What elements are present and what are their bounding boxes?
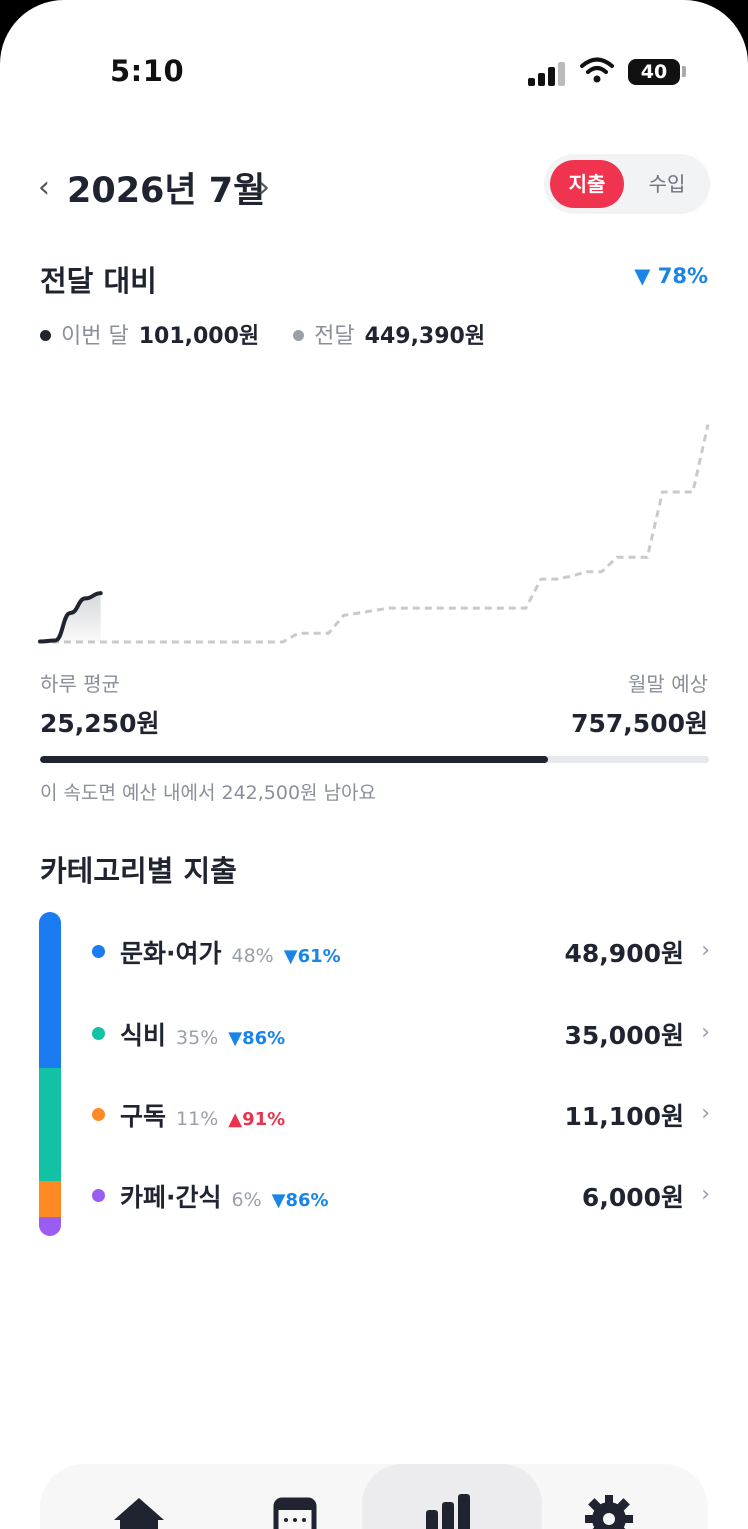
category-name: 구독 [120,1102,167,1131]
tab-calendar[interactable] [220,1464,370,1529]
daily-avg-value: 25,250원 [40,709,160,738]
signal-bar [558,62,565,86]
category-name: 문화·여가 [120,939,222,968]
category-bar-segment [39,1216,61,1236]
category-name-line: 구독 11% ▲91% [120,1097,285,1133]
category-name-line: 식비 35% ▼86% [120,1016,285,1052]
projection-label: 월말 예상 [628,672,708,696]
category-bar-segment [39,1067,61,1181]
toggle-expense[interactable]: 지출 [550,160,624,208]
category-share: 6% [231,1189,262,1211]
last-month-line [40,424,710,644]
category-change: ▼86% [228,1028,286,1049]
category-name: 카페·간식 [120,1183,222,1212]
category-share: 48% [231,945,274,967]
categories-title: 카테고리별 지출 [40,854,237,888]
category-amount: 11,100원 [564,1102,684,1131]
chevron-right-icon: › [701,1101,710,1126]
signal-bar [548,67,555,86]
category-row[interactable]: 구독 11% ▲91% 11,100원 › [92,1091,712,1139]
month-title: 2026년 7월 [67,171,266,211]
comparison-chart [38,424,710,644]
last-month-value: 449,390원 [364,324,486,349]
category-name-line: 카페·간식 6% ▼86% [120,1178,329,1214]
chevron-right-icon: › [701,938,710,963]
tab-home[interactable] [64,1464,214,1529]
category-dot [92,945,105,958]
chevron-right-icon: › [701,1182,710,1207]
battery-nub [682,66,686,77]
category-change: ▼86% [271,1190,329,1211]
status-icons: 40 [528,56,688,86]
tab-bar [40,1464,708,1529]
this-month-label: 이번 달 [61,324,129,349]
category-bar-segment [39,912,61,1068]
comparison-change: ▼ 78% [634,264,708,288]
budget-progress-fill [40,756,549,763]
this-month-dot [40,329,51,341]
signal-icon [528,78,535,86]
category-change: ▲91% [228,1109,286,1130]
category-amount: 48,900원 [564,939,684,968]
last-month-label: 전달 [314,324,355,349]
gear-icon [585,1495,633,1529]
prev-month-button[interactable]: ‹ [38,170,50,205]
tab-stats[interactable] [362,1464,542,1529]
home-icon [114,1498,164,1529]
comparison-title: 전달 대비 [40,264,157,298]
category-row[interactable]: 카페·간식 6% ▼86% 6,000원 › [92,1172,712,1220]
battery-icon: 40 [628,59,680,85]
category-stack-bar [39,912,61,1236]
category-dot [92,1108,105,1121]
app-screen: 5:10 40 ‹ 2026년 7월 › 지출 수입 전달 대비 ▼ 78% 이… [0,0,748,1529]
signal-bar [538,73,545,86]
category-row[interactable]: 문화·여가 48% ▼61% 48,900원 › [92,928,712,976]
category-name: 식비 [120,1021,167,1050]
calendar-icon [273,1497,317,1529]
category-amount: 6,000원 [581,1183,684,1212]
next-month-button[interactable]: › [258,170,270,205]
category-bar-segment [39,1180,61,1217]
toggle-income[interactable]: 수입 [632,160,702,208]
chevron-right-icon: › [701,1020,710,1045]
daily-avg-label: 하루 평균 [40,672,120,696]
tab-settings[interactable] [534,1464,684,1529]
last-month-dot [293,329,305,341]
category-amount: 35,000원 [564,1021,684,1050]
projection-value: 757,500원 [571,709,708,738]
category-row[interactable]: 식비 35% ▼86% 35,000원 › [92,1010,712,1058]
budget-progress-bar [40,756,709,763]
category-dot [92,1189,105,1202]
category-share: 11% [176,1108,219,1130]
category-change: ▼61% [283,946,341,967]
category-name-line: 문화·여가 48% ▼61% [120,934,341,970]
budget-note: 이 속도면 예산 내에서 242,500원 남아요 [40,782,377,804]
this-month-area [40,593,101,642]
type-toggle: 지출 수입 [544,154,710,214]
category-dot [92,1027,105,1040]
wifi-icon [580,57,614,83]
status-time: 5:10 [110,54,185,88]
chart-icon [426,1494,470,1529]
chart-legend: 이번 달 101,000원 전달 449,390원 [40,318,519,350]
this-month-value: 101,000원 [138,324,260,349]
category-share: 35% [176,1027,219,1049]
